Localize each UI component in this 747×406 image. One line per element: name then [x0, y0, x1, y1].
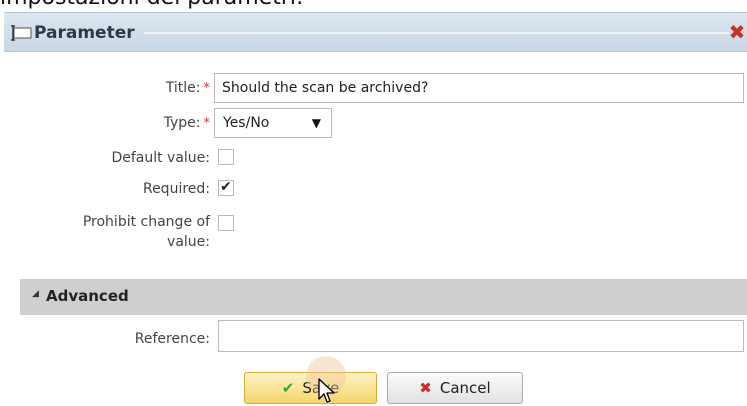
cancel-button-label: Cancel	[439, 379, 491, 397]
title-label: Title: *	[165, 80, 211, 96]
page-caption: impostazioni dei parametri:	[0, 0, 303, 9]
checkmark-icon: ✔	[281, 379, 295, 397]
titlebar-stripe	[144, 32, 729, 34]
dialog-titlebar[interactable]: Parameter ✖	[4, 12, 747, 52]
reference-input[interactable]	[218, 320, 744, 352]
mouse-pointer-icon	[318, 378, 335, 403]
advanced-section-header[interactable]: ◢ Advanced	[20, 279, 747, 315]
cancel-button[interactable]: ✖ Cancel	[387, 372, 523, 404]
x-icon: ✖	[419, 379, 432, 397]
required-label: Required:	[142, 181, 210, 197]
advanced-section-title: Advanced	[46, 287, 129, 305]
type-label: Type: *	[163, 115, 211, 131]
default-value-checkbox[interactable]	[218, 149, 234, 165]
prohibit-change-checkbox[interactable]	[218, 215, 234, 231]
close-icon[interactable]: ✖	[727, 21, 747, 43]
dialog-title: Parameter	[34, 23, 135, 43]
reference-label: Reference:	[134, 331, 210, 347]
required-asterisk: *	[203, 81, 211, 96]
checkmark-icon: ✔	[220, 179, 232, 195]
required-checkbox[interactable]: ✔	[218, 179, 234, 196]
required-asterisk: *	[203, 116, 211, 131]
textfield-icon	[11, 25, 32, 41]
type-select[interactable]: Yes/No ▼	[214, 108, 332, 138]
type-select-value: Yes/No	[223, 115, 270, 131]
default-value-label: Default value:	[111, 150, 210, 166]
dropdown-arrow-icon: ▼	[311, 116, 321, 130]
parameter-dialog: Parameter ✖ Title: * Should the scan be a…	[4, 12, 747, 406]
title-input[interactable]: Should the scan be archived?	[214, 73, 744, 103]
prohibit-change-label: Prohibit change of value:	[82, 214, 210, 250]
collapse-triangle-icon: ◢	[32, 289, 39, 299]
